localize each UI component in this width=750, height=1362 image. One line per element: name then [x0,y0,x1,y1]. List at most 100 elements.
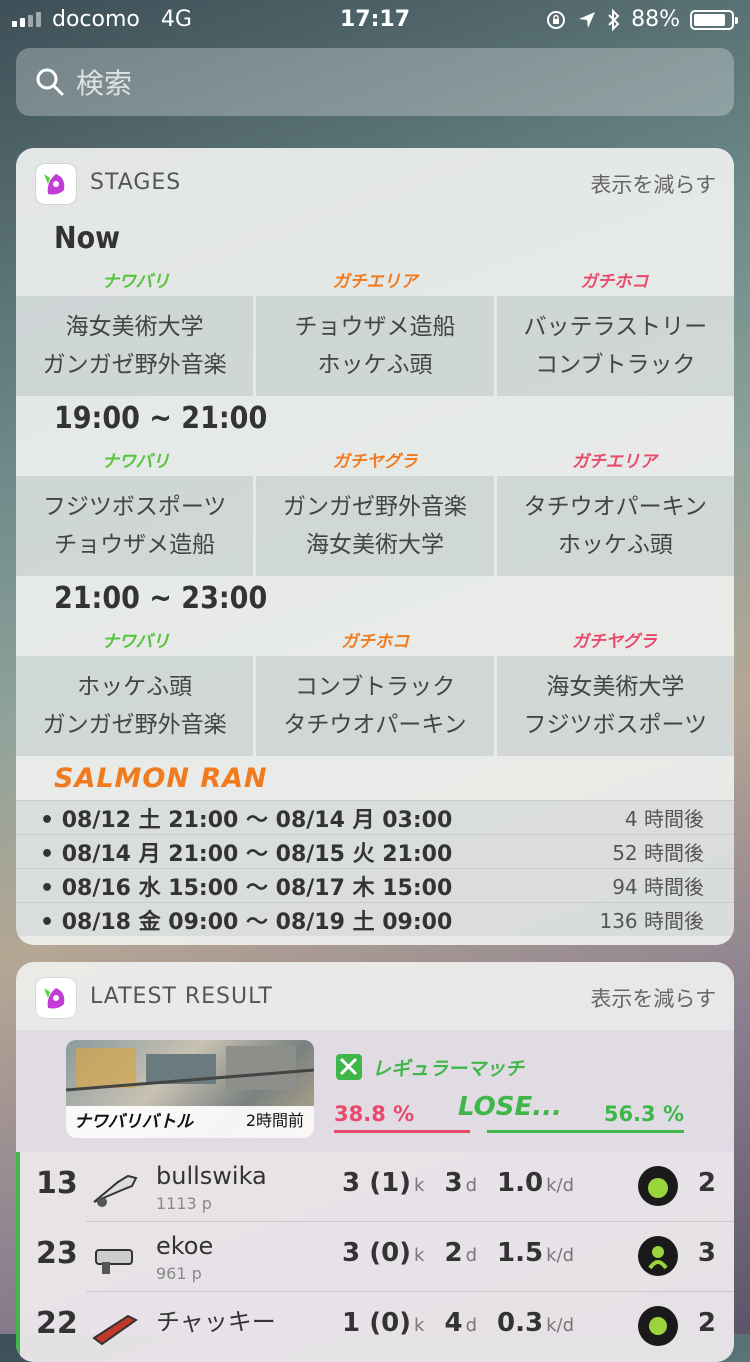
stage-name: ホッケふ頭 [317,352,433,378]
widget-title: LATEST RESULT [90,984,273,1009]
their-turf-bar [486,1130,684,1133]
stage-name: 海女美術大学 [65,314,204,340]
kd-unit: k/d [546,1245,574,1266]
stage-name: タチウオパーキン [283,712,467,738]
kd-ratio: 1.0 [497,1168,544,1198]
mode-label: ガチエリア [332,271,418,292]
stage-name: コンブトラック [294,674,456,700]
stage-name: 海女美術大学 [546,674,685,700]
special-weapon-icon [638,1236,678,1276]
search-bar[interactable]: 検索 [16,48,734,116]
kd-unit: k/d [546,1175,574,1196]
salmon-range: • 08/18 金 09:00 〜 08/19 土 09:00 [40,909,453,935]
special-count: 2 [697,1168,716,1198]
their-percent: 56.3 % [603,1102,684,1126]
salmon-run-row: • 08/14 月 21:00 〜 08/15 火 21:00 52 時間後 [16,834,734,868]
stage-name: バッテラストリー [523,314,708,340]
mode-label: ガチホコ [580,271,649,292]
kills: 3 (0) [342,1238,412,1268]
search-placeholder[interactable]: 検索 [76,62,132,102]
deaths-unit: d [465,1175,478,1196]
stage-cell: タチウオパーキン ホッケふ頭 [496,476,734,576]
match-type: レギュラーマッチ [334,1052,524,1082]
stage-name: フジツボスポーツ [42,494,227,520]
turf-ratio-bar [334,1130,684,1133]
player-row[interactable]: 22 チャッキー 1 (0) k 4d 0.3 k/d 2 [16,1292,734,1362]
salmon-countdown: 94 時間後 [612,875,704,899]
salmon-run-row: • 08/16 水 15:00 〜 08/17 木 15:00 94 時間後 [16,868,734,902]
stage-name: チョウザメ造船 [54,532,216,558]
mode-label: ガチホコ [340,631,409,652]
kills-unit: k [414,1175,425,1196]
stage-name: 海女美術大学 [305,532,444,558]
bluetooth-icon [608,8,620,31]
salmon-range: • 08/12 土 21:00 〜 08/14 月 03:00 [40,807,453,833]
app-icon [36,164,76,204]
our-turf-bar [334,1130,470,1133]
kills: 3 (1) [342,1168,412,1198]
weapon-icon [93,1174,138,1207]
location-icon [579,11,596,28]
stage-cell: 海女美術大学 フジツボスポーツ [496,656,734,756]
kills-unit: k [414,1245,425,1266]
result-widget-header: LATEST RESULT 表示を減らす [16,962,734,1030]
battery-icon [690,9,738,30]
special-weapon-icon [638,1306,678,1346]
player-rank: 22 [36,1306,78,1341]
stage-cell: コンブトラック タチウオパーキン [256,656,494,756]
stage-cell: 海女美術大学 ガンガゼ野外音楽 [16,296,254,396]
stage-cell: フジツボスポーツ チョウザメ造船 [16,476,254,576]
battle-mode-label: ナワバリバトル [74,1112,194,1132]
rotation-lock-icon [547,10,566,29]
salmon-countdown: 136 時間後 [599,909,704,933]
mode-label: ガチエリア [571,451,657,472]
mode-label: ガチヤグラ [571,631,657,652]
player-row[interactable]: 23 ekoe 961 p 3 (0) k 2d 1.5 k/d 3 [16,1222,734,1292]
period-label: Now [54,221,121,256]
stage-cell: ホッケふ頭ガンガゼ野外音楽 [16,656,254,756]
player-rank: 13 [36,1166,78,1201]
stage-name: タチウオパーキン [523,494,707,520]
stage-image [66,1046,314,1092]
weapon-icon [95,1249,133,1274]
player-name: チャッキー [156,1308,276,1336]
stage-cell: ガンガゼ野外音楽 海女美術大学 [256,476,494,576]
kills-unit: k [414,1315,425,1336]
salmon-countdown: 52 時間後 [612,841,704,865]
period-label: 19:00 ~ 21:00 [54,401,268,436]
kd-unit: k/d [546,1315,574,1336]
battle-result: LOSE... [458,1092,562,1122]
show-less-button[interactable]: 表示を減らす [590,983,716,1013]
stages-widget-header: STAGES 表示を減らす [16,148,734,216]
stage-name: ガンガゼ野外音楽 [42,712,227,738]
schedule-block: 21:00 ~ 23:00 ナワバリ ガチホコ ガチヤグラ ホッケふ頭 ガンガゼ野… [16,576,734,756]
stage-name: ガンガゼ野外音楽 [282,494,467,520]
match-type-label: レギュラーマッチ [372,1057,525,1080]
player-stats: 3 (1) k 3d 1.0 k/d [342,1168,574,1198]
player-points: 1113 p [156,1194,212,1213]
player-name: bullswika [156,1162,267,1190]
player-list: 13 bullswika 1113 p 3 (1) k 3d 1.0 k/d 2 2… [16,1152,734,1362]
stage-name: チョウザメ造船 [294,314,456,340]
salmon-run-row: • 08/18 金 09:00 〜 08/19 土 09:00 136 時間後 [16,902,734,936]
battery-percent: 88% [631,7,680,32]
stage-name: ホッケふ頭 [77,674,193,700]
latest-result-widget: LATEST RESULT 表示を減らす ナワバリバトル 2時間前 レギュラーマ… [16,962,734,1362]
mode-label: ガチヤグラ [332,451,418,472]
player-points: 961 p [156,1264,202,1283]
player-row[interactable]: 13 bullswika 1113 p 3 (1) k 3d 1.0 k/d 2 [16,1152,734,1222]
kd-ratio: 1.5 [497,1238,544,1268]
battle-summary[interactable]: ナワバリバトル 2時間前 レギュラーマッチ 38.8 % LOSE... 56.… [16,1030,734,1152]
battle-time-ago: 2時間前 [245,1111,304,1130]
our-percent: 38.8 % [334,1102,415,1126]
salmon-run-row: • 08/12 土 21:00 〜 08/14 月 03:00 4 時間後 [16,800,734,834]
widget-title: STAGES [90,170,182,195]
stage-name: ホッケふ頭 [557,532,673,558]
player-stats: 3 (0) k 2d 1.5 k/d [342,1238,574,1268]
show-less-button[interactable]: 表示を減らす [590,169,716,199]
salmon-run-section: SALMON RAN • 08/12 土 21:00 〜 08/14 月 03:… [16,756,734,936]
schedule-block: 19:00 ~ 21:00 ナワバリ ガチヤグラ ガチエリア フジツボスポーツチ… [16,396,734,576]
deaths: 2 [444,1238,463,1268]
stages-widget: STAGES 表示を減らす Now ナワバリ ガチエリア ガチホコ 海女美術大学… [16,148,734,945]
salmon-run-title: SALMON RAN [54,763,268,794]
